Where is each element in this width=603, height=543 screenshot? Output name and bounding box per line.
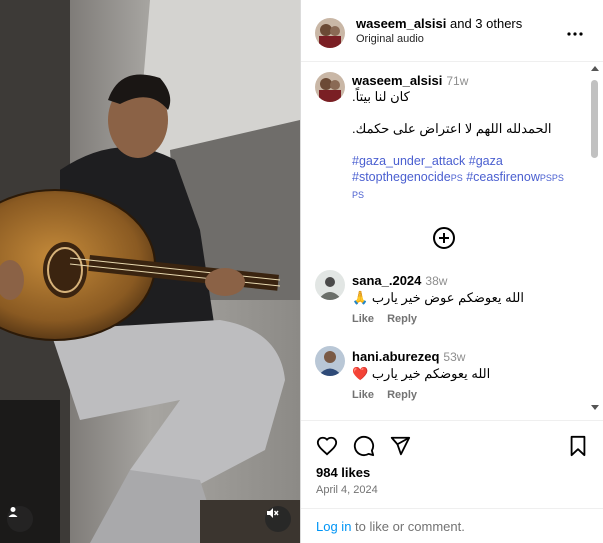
- caption-hashtags: #gaza_under_attack #gaza #stopthegenocid…: [352, 153, 572, 203]
- comment-avatar[interactable]: [315, 270, 345, 300]
- login-link[interactable]: Log in: [316, 519, 351, 534]
- header-author-line: waseem_alsisi and 3 others: [356, 16, 522, 31]
- login-prompt-rest: to like or comment.: [351, 519, 465, 534]
- tag-suffix: PS: [450, 173, 463, 183]
- avatar-image: [315, 72, 345, 102]
- comment-body: الله يعوضكم خير يارب: [371, 366, 491, 381]
- tagged-people-button[interactable]: [7, 506, 33, 532]
- hashtag[interactable]: #stopthegenocide: [352, 170, 451, 184]
- header-others[interactable]: and 3 others: [450, 16, 522, 31]
- load-more-comments-button[interactable]: [432, 226, 456, 250]
- person-icon: [8, 507, 18, 517]
- tag-suffix: PSPS: [539, 173, 564, 183]
- comment-like-button[interactable]: Like: [352, 313, 374, 325]
- scroll-down-arrow-icon[interactable]: [591, 405, 599, 410]
- more-horizontal-icon: [567, 32, 583, 36]
- save-button[interactable]: [567, 435, 589, 457]
- post-video[interactable]: [0, 0, 300, 543]
- hashtag[interactable]: #ceasfirenow: [466, 170, 540, 184]
- comments-list[interactable]: waseem_alsisi 71w كان لنا بيتاً. الحمدلله…: [301, 62, 603, 420]
- post-date[interactable]: April 4, 2024: [316, 484, 378, 496]
- comment-text: ❤️ الله يعوضكم خير يارب: [352, 366, 490, 382]
- comment-avatar[interactable]: [315, 346, 345, 376]
- caption-line-2: الحمدلله اللهم لا اعتراض على حكمك.: [352, 121, 552, 136]
- bookmark-icon: [570, 435, 586, 457]
- caption-avatar[interactable]: [315, 72, 345, 102]
- hashtag[interactable]: #gaza: [469, 154, 503, 168]
- heart-icon: [316, 436, 338, 456]
- caption-line-1: كان لنا بيتاً.: [352, 89, 410, 104]
- avatar-image: [315, 346, 345, 376]
- like-button[interactable]: [316, 435, 338, 457]
- tag-suffix: PS: [352, 190, 365, 200]
- hashtag[interactable]: #gaza_under_attack: [352, 154, 465, 168]
- comment-time[interactable]: 38w: [425, 274, 447, 288]
- comment-username[interactable]: hani.aburezeq: [352, 349, 439, 364]
- likes-count[interactable]: 984 likes: [316, 465, 370, 480]
- comment-header: sana_.2024 38w: [352, 273, 447, 288]
- comments-scrollbar[interactable]: [587, 62, 601, 420]
- post-header: waseem_alsisi and 3 others Original audi…: [301, 0, 603, 62]
- speaker-muted-icon: [267, 508, 279, 518]
- comment-username[interactable]: sana_.2024: [352, 273, 421, 288]
- video-frame-illustration: [0, 0, 300, 543]
- comment-reply-button[interactable]: Reply: [387, 313, 417, 325]
- header-username[interactable]: waseem_alsisi: [356, 16, 446, 31]
- plus-circle-icon: [433, 227, 455, 249]
- audio-label[interactable]: Original audio: [356, 33, 424, 45]
- more-options-button[interactable]: [567, 20, 583, 41]
- post-actions: 984 likes April 4, 2024: [301, 420, 603, 508]
- author-avatar[interactable]: [315, 18, 345, 48]
- send-icon: [390, 436, 411, 456]
- comment-actions: Like Reply: [352, 313, 427, 325]
- comment-text: 🙏 الله يعوضكم عوض خير يارب: [352, 290, 524, 306]
- scroll-thumb[interactable]: [591, 80, 598, 158]
- login-prompt-text: Log in to like or comment.: [316, 519, 465, 534]
- comment-header: hani.aburezeq 53w: [352, 349, 465, 364]
- share-button[interactable]: [389, 435, 411, 457]
- comment-reply-button[interactable]: Reply: [387, 389, 417, 401]
- scroll-up-arrow-icon[interactable]: [591, 66, 599, 71]
- comment-time[interactable]: 53w: [443, 350, 465, 364]
- comment-body: الله يعوضكم عوض خير يارب: [371, 290, 524, 305]
- avatar-image: [315, 270, 345, 300]
- post-details-pane: waseem_alsisi and 3 others Original audi…: [300, 0, 603, 543]
- caption-header: waseem_alsisi 71w: [352, 72, 468, 90]
- caption-time[interactable]: 71w: [446, 74, 468, 88]
- avatar-image: [315, 18, 345, 48]
- comment-emoji: ❤️: [352, 366, 369, 381]
- post-dialog: waseem_alsisi and 3 others Original audi…: [0, 0, 603, 543]
- caption-username[interactable]: waseem_alsisi: [352, 73, 442, 88]
- login-prompt: Log in to like or comment.: [301, 508, 603, 543]
- comment-bubble-icon: [353, 435, 375, 457]
- comment-button[interactable]: [353, 435, 375, 457]
- comment-actions: Like Reply: [352, 389, 427, 401]
- comment-emoji: 🙏: [352, 290, 369, 305]
- mute-button[interactable]: [265, 506, 291, 532]
- comment-like-button[interactable]: Like: [352, 389, 374, 401]
